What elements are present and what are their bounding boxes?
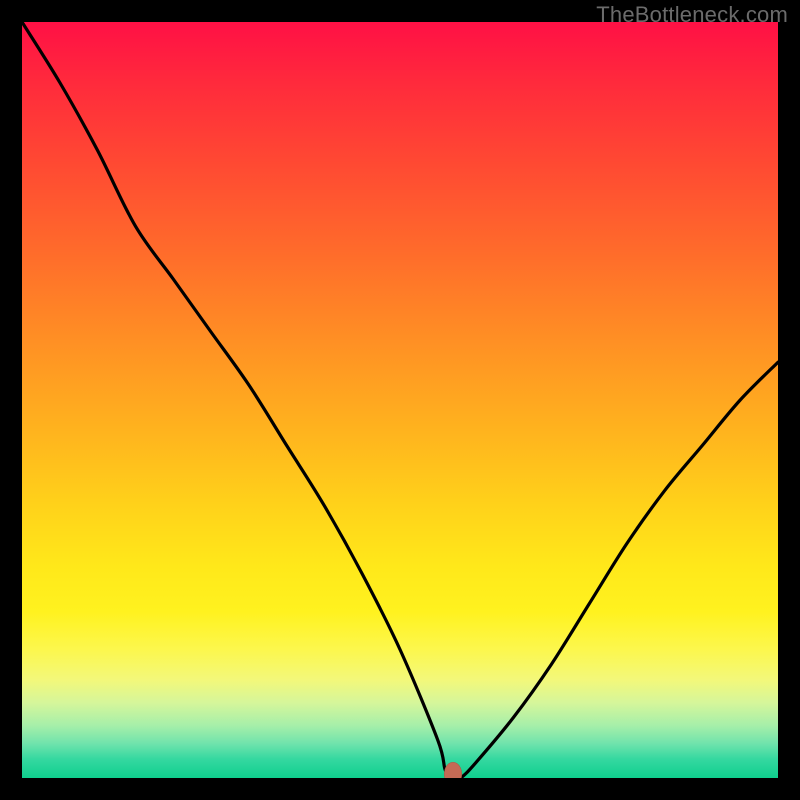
chart-frame: TheBottleneck.com [0,0,800,800]
optimal-point-marker [444,762,462,778]
curve-path [22,22,778,778]
plot-area [22,22,778,778]
bottleneck-curve [22,22,778,778]
watermark-text: TheBottleneck.com [596,2,788,28]
